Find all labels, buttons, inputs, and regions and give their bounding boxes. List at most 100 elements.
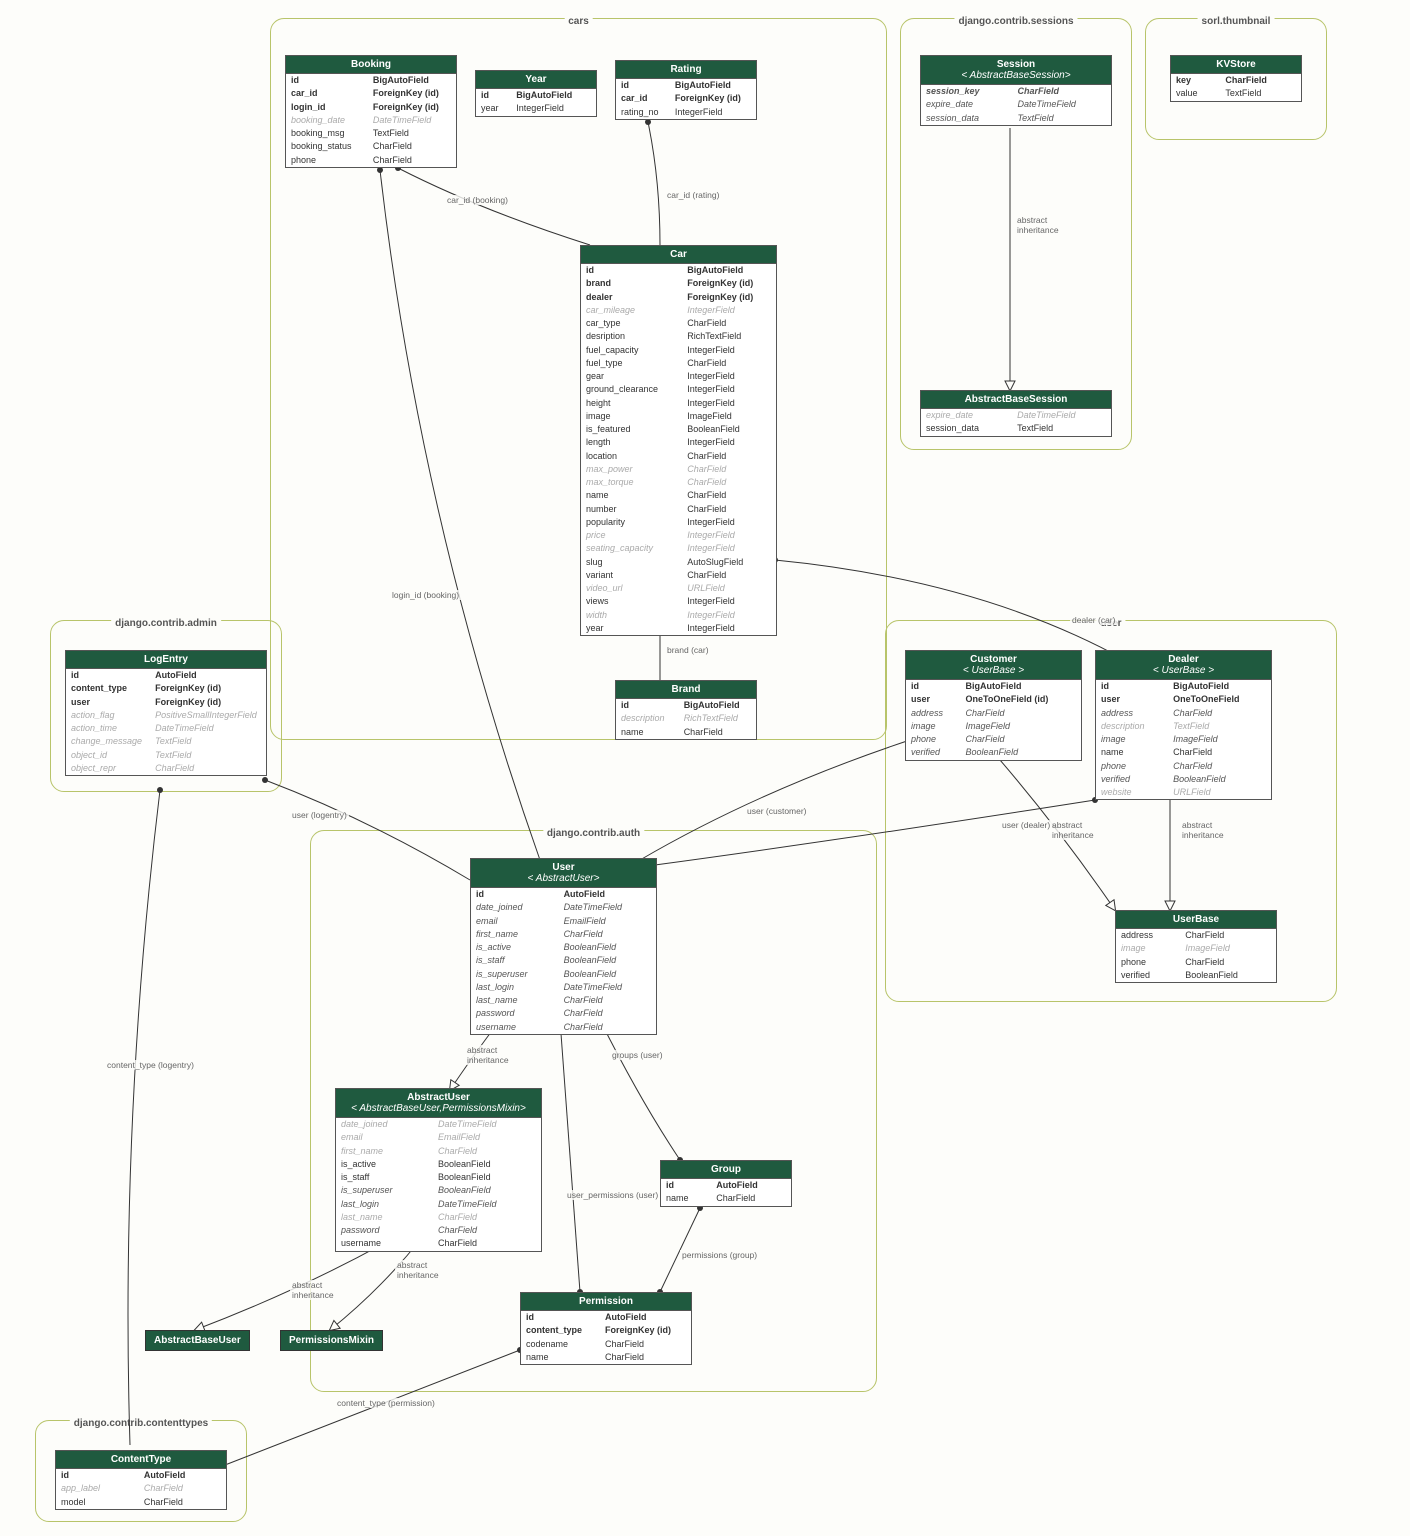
- field-type: CharField: [1168, 707, 1271, 720]
- field-name: is_active: [336, 1158, 433, 1171]
- entity-rating: RatingidBigAutoFieldcar_idForeignKey (id…: [615, 60, 757, 120]
- field-type: AutoSlugField: [682, 556, 776, 569]
- field-type: ImageField: [1180, 942, 1276, 955]
- field-name: model: [56, 1496, 139, 1509]
- edge-abs5: abstract inheritance: [290, 1280, 336, 1300]
- entity-fields: idAutoFielddate_joinedDateTimeFieldemail…: [471, 888, 656, 1034]
- entity-title: Dealer< UserBase >: [1096, 651, 1271, 680]
- edge-abs4: abstract inheritance: [465, 1045, 511, 1065]
- field-name: is_active: [471, 941, 559, 954]
- field-type: CharField: [679, 726, 756, 739]
- entity-contenttype: ContentTypeidAutoFieldapp_labelCharField…: [55, 1450, 227, 1510]
- field-type: CharField: [1180, 929, 1276, 942]
- field-name: date_joined: [471, 901, 559, 914]
- entity-title: Group: [661, 1161, 791, 1179]
- edge-abs1: abstract inheritance: [1015, 215, 1061, 235]
- field-name: booking_date: [286, 114, 368, 127]
- entity-title: Permission: [521, 1293, 691, 1311]
- field-name: fuel_type: [581, 357, 682, 370]
- field-type: ForeignKey (id): [368, 87, 456, 100]
- field-type: IntegerField: [682, 397, 776, 410]
- field-name: image: [1096, 733, 1168, 746]
- field-type: ForeignKey (id): [670, 92, 756, 105]
- entity-fields: idAutoFieldapp_labelCharFieldmodelCharFi…: [56, 1469, 226, 1509]
- field-type: IntegerField: [682, 595, 776, 608]
- edge-ct-logentry: content_type (logentry): [105, 1060, 196, 1070]
- entity-car: CaridBigAutoFieldbrandForeignKey (id)dea…: [580, 245, 777, 636]
- field-name: website: [1096, 786, 1168, 799]
- entity-brand: BrandidBigAutoFielddescriptionRichTextFi…: [615, 680, 757, 740]
- field-name: address: [1116, 929, 1180, 942]
- field-name: height: [581, 397, 682, 410]
- box-permissionsmixin: PermissionsMixin: [280, 1330, 383, 1351]
- field-name: expire_date: [921, 409, 1012, 422]
- field-type: TextField: [368, 127, 456, 140]
- entity-fields: expire_dateDateTimeFieldsession_dataText…: [921, 409, 1111, 436]
- field-name: user: [1096, 693, 1168, 706]
- field-type: TextField: [1012, 112, 1111, 125]
- field-name: content_type: [521, 1324, 600, 1337]
- field-type: OneToOneField (id): [961, 693, 1081, 706]
- field-type: TextField: [150, 735, 266, 748]
- field-type: BooleanField: [559, 941, 656, 954]
- entity-fields: idBigAutoFieldcar_idForeignKey (id)ratin…: [616, 79, 756, 119]
- entity-customer: Customer< UserBase >idBigAutoFielduserOn…: [905, 650, 1082, 761]
- field-name: session_data: [921, 422, 1012, 435]
- field-name: slug: [581, 556, 682, 569]
- field-type: DateTimeField: [433, 1118, 541, 1131]
- field-name: session_key: [921, 85, 1012, 98]
- entity-booking: BookingidBigAutoFieldcar_idForeignKey (i…: [285, 55, 457, 168]
- edge-user-dealer: user (dealer): [1000, 820, 1052, 830]
- field-type: TextField: [1012, 422, 1111, 435]
- field-type: BigAutoField: [511, 89, 596, 102]
- field-type: DateTimeField: [150, 722, 266, 735]
- entity-title: AbstractUser< AbstractBaseUser,Permissio…: [336, 1089, 541, 1118]
- field-name: id: [906, 680, 961, 693]
- field-type: IntegerField: [682, 622, 776, 635]
- entity-fields: idAutoFieldnameCharField: [661, 1179, 791, 1206]
- field-name: brand: [581, 277, 682, 290]
- edge-ct-perm: content_type (permission): [335, 1398, 437, 1408]
- field-type: CharField: [682, 476, 776, 489]
- field-type: RichTextField: [682, 330, 776, 343]
- field-name: id: [661, 1179, 711, 1192]
- field-type: BooleanField: [961, 746, 1081, 759]
- field-name: variant: [581, 569, 682, 582]
- field-type: CharField: [682, 463, 776, 476]
- field-type: BooleanField: [1168, 773, 1271, 786]
- entity-title: ContentType: [56, 1451, 226, 1469]
- field-type: CharField: [139, 1496, 226, 1509]
- entity-title: AbstractBaseSession: [921, 391, 1111, 409]
- box-abstractbaseuser: AbstractBaseUser: [145, 1330, 250, 1351]
- field-name: id: [1096, 680, 1168, 693]
- field-name: id: [521, 1311, 600, 1324]
- field-name: description: [616, 712, 679, 725]
- field-type: CharField: [682, 357, 776, 370]
- field-type: CharField: [559, 994, 656, 1007]
- field-name: id: [581, 264, 682, 277]
- field-name: verified: [1096, 773, 1168, 786]
- entity-title: Customer< UserBase >: [906, 651, 1081, 680]
- field-type: CharField: [1220, 74, 1301, 87]
- field-type: IntegerField: [682, 516, 776, 529]
- field-name: price: [581, 529, 682, 542]
- edge-brand-car: brand (car): [665, 645, 711, 655]
- field-name: name: [1096, 746, 1168, 759]
- field-type: AutoField: [150, 669, 266, 682]
- field-name: is_superuser: [336, 1184, 433, 1197]
- field-name: dealer: [581, 291, 682, 304]
- field-name: email: [471, 915, 559, 928]
- field-name: ground_clearance: [581, 383, 682, 396]
- field-type: BigAutoField: [368, 74, 456, 87]
- field-type: CharField: [368, 140, 456, 153]
- app-ct-label: django.contrib.contenttypes: [70, 1418, 212, 1429]
- entity-title: KVStore: [1171, 56, 1301, 74]
- entity-session: Session< AbstractBaseSession>session_key…: [920, 55, 1112, 126]
- field-type: BigAutoField: [670, 79, 756, 92]
- app-admin-label: django.contrib.admin: [111, 618, 221, 629]
- field-type: CharField: [600, 1351, 691, 1364]
- edge-abs6: abstract inheritance: [395, 1260, 441, 1280]
- field-name: car_mileage: [581, 304, 682, 317]
- edge-groups-user: groups (user): [610, 1050, 665, 1060]
- field-type: TextField: [1220, 87, 1301, 100]
